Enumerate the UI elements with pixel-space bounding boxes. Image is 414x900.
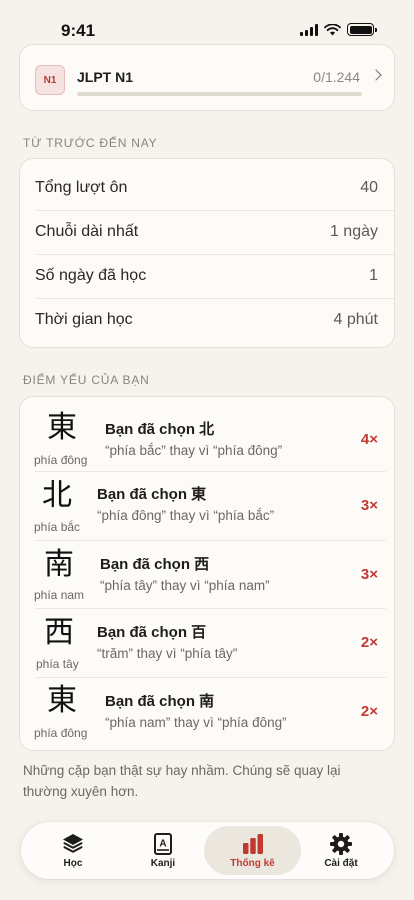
chosen-answer: Bạn đã chọn 東 (97, 486, 207, 503)
mistake-count: 3× (360, 566, 378, 583)
tab-settings[interactable]: Cài đặt (293, 826, 389, 875)
jlpt-progress-count: 0/1.244 (313, 69, 360, 85)
stat-value: 1 (369, 267, 378, 284)
confusion-detail: “phía tây” thay vì “phía nam” (100, 578, 270, 593)
confusion-detail: “phía nam” thay vì “phía đông” (105, 715, 287, 730)
weak-spot-row[interactable]: 東 phía đông Bạn đã chọn 南 “phía nam” tha… (20, 677, 394, 745)
chosen-answer: Bạn đã chọn 百 (97, 624, 207, 641)
kanji-character: 東 (47, 683, 77, 718)
weak-spot-row[interactable]: 北 phía bắc Bạn đã chọn 東 “phía đông” tha… (20, 471, 394, 539)
stat-row-days-studied: Số ngày đã học 1 (20, 254, 394, 298)
kanji-book-icon: A (154, 833, 172, 855)
battery-icon (347, 23, 377, 36)
kanji-character: 北 (42, 478, 72, 513)
layers-icon (63, 834, 83, 853)
chosen-answer: Bạn đã chọn 北 (105, 421, 215, 438)
stat-value: 40 (360, 179, 378, 196)
gear-icon (330, 833, 352, 855)
tab-label: Học (63, 858, 83, 869)
mistake-count: 4× (360, 431, 378, 448)
stat-row-longest-streak: Chuỗi dài nhất 1 ngày (20, 210, 394, 254)
tab-label: Kanji (150, 858, 176, 869)
stat-value: 4 phút (333, 311, 378, 328)
section-title-lifetime: TỪ TRƯỚC ĐẾN NAY (23, 136, 158, 150)
svg-text:A: A (159, 839, 166, 850)
kanji-character: 西 (44, 615, 74, 650)
bar-chart-icon (242, 834, 263, 854)
jlpt-badge: N1 (35, 65, 65, 95)
section-title-weak-spots: ĐIỂM YẾU CỦA BẠN (23, 373, 150, 387)
mistake-count: 3× (360, 497, 378, 514)
stat-row-total-reviews: Tổng lượt ôn 40 (20, 166, 394, 210)
status-icons (300, 23, 377, 36)
kanji-meaning: phía đông (34, 726, 88, 740)
weak-spot-row[interactable]: 西 phía tây Bạn đã chọn 百 “trăm” thay vì … (20, 608, 394, 676)
weak-spots-footnote: Những cặp bạn thật sự hay nhầm. Chúng sẽ… (23, 763, 341, 799)
wifi-icon (324, 23, 341, 35)
tab-label: Cài đặt (324, 858, 358, 869)
chosen-answer: Bạn đã chọn 南 (105, 693, 215, 710)
kanji-character: 南 (44, 547, 74, 582)
tab-label: Thống kê (230, 858, 275, 869)
chevron-right-icon (370, 69, 382, 81)
kanji-meaning: phía bắc (34, 520, 81, 534)
lifetime-stats-card: Tổng lượt ôn 40 Chuỗi dài nhất 1 ngày Số… (19, 158, 395, 348)
status-time: 9:41 (61, 21, 96, 40)
tab-kanji[interactable]: A Kanji (115, 826, 211, 875)
weak-spot-row[interactable]: 東 phía đông Bạn đã chọn 北 “phía bắc” tha… (20, 401, 394, 469)
confusion-detail: “phía đông” thay vì “phía bắc” (97, 508, 275, 523)
kanji-meaning: phía tây (36, 657, 79, 671)
stat-value: 1 ngày (329, 223, 378, 240)
stat-label: Số ngày đã học (35, 267, 147, 284)
kanji-character: 東 (47, 410, 77, 445)
tab-learn[interactable]: Học (25, 826, 121, 875)
kanji-meaning: phía nam (34, 588, 85, 602)
chosen-answer: Bạn đã chọn 西 (100, 556, 210, 573)
stat-label: Tổng lượt ôn (35, 179, 128, 196)
mistake-count: 2× (360, 703, 378, 720)
jlpt-title: JLPT N1 (77, 69, 134, 85)
weak-spot-row[interactable]: 南 phía nam Bạn đã chọn 西 “phía tây” thay… (20, 540, 394, 608)
bottom-tab-bar: Học A Kanji Thống kê Cài đặt (21, 822, 394, 879)
jlpt-progress-bar (77, 92, 362, 96)
jlpt-level-card[interactable]: N1 JLPT N1 0/1.244 (19, 44, 395, 111)
kanji-meaning: phía đông (34, 453, 88, 467)
confusion-detail: “phía bắc” thay vì “phía đông” (105, 443, 283, 458)
stat-label: Thời gian học (35, 311, 133, 328)
cellular-signal-icon (300, 23, 318, 36)
weak-spots-card: 東 phía đông Bạn đã chọn 北 “phía bắc” tha… (19, 396, 395, 751)
confusion-detail: “trăm” thay vì “phía tây” (97, 646, 238, 661)
stat-row-study-time: Thời gian học 4 phút (20, 298, 394, 342)
stat-label: Chuỗi dài nhất (35, 223, 139, 240)
mistake-count: 2× (360, 634, 378, 651)
tab-statistics[interactable]: Thống kê (204, 826, 301, 875)
